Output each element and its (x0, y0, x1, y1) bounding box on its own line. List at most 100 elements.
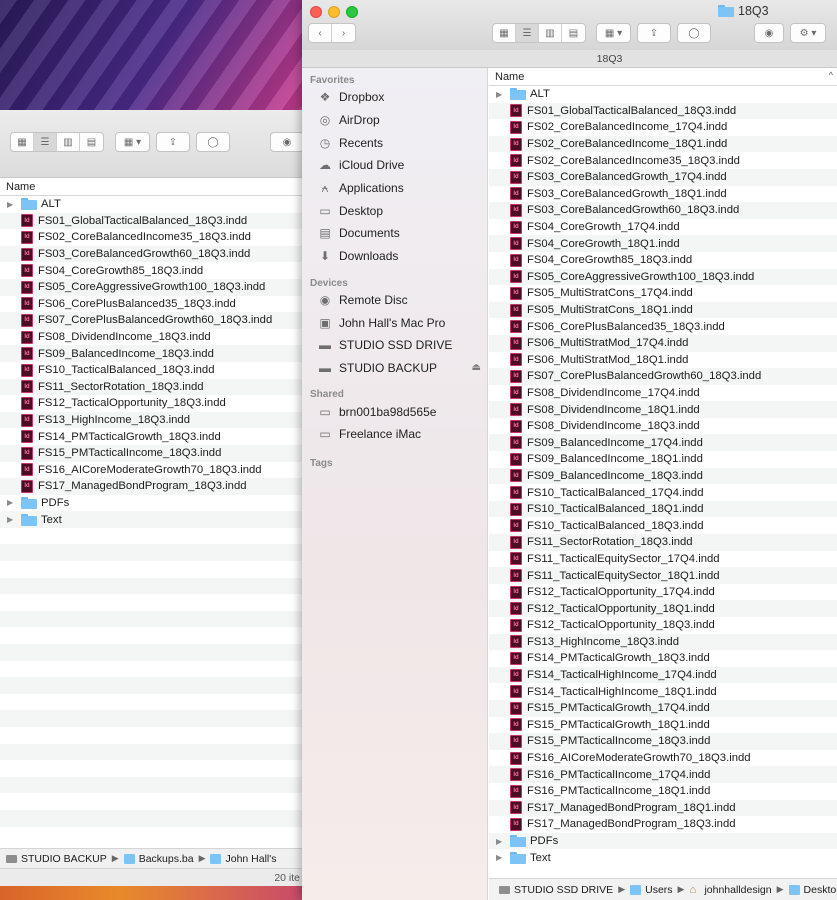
tags-button[interactable]: ◯ (677, 23, 711, 43)
file-row[interactable]: Id FS03_CoreBalancedGrowth_18Q1.indd (489, 186, 837, 203)
file-row[interactable]: Id FS11_TacticalEquitySector_18Q1.indd (489, 567, 837, 584)
file-row[interactable]: Id FS08_DividendIncome_18Q3.indd (489, 418, 837, 435)
folder-row[interactable]: ▶ Text (0, 511, 302, 528)
path-item[interactable]: STUDIO SSD DRIVE (499, 884, 613, 896)
file-row[interactable]: Id FS14_TacticalHighIncome_18Q1.indd (489, 683, 837, 700)
file-row[interactable]: Id FS01_GlobalTacticalBalanced_18Q3.indd (489, 102, 837, 120)
sidebar-item-john-hall-s-mac-pro[interactable]: ▣ John Hall's Mac Pro (302, 311, 487, 334)
file-row[interactable]: Id FS11_TacticalEquitySector_17Q4.indd (489, 551, 837, 568)
back-nav-button[interactable]: ‹ (309, 24, 332, 42)
file-row[interactable]: Id FS15_PMTacticalIncome_18Q3.indd (0, 444, 302, 462)
file-row[interactable]: Id FS03_CoreBalancedGrowth60_18Q3.indd (489, 202, 837, 219)
name-column-header[interactable]: Name ^ (489, 68, 837, 86)
file-row[interactable]: Id FS10_TacticalBalanced_18Q3.indd (0, 362, 302, 379)
minimize-button[interactable] (328, 6, 340, 18)
folder-row[interactable]: ▶ PDFs (0, 495, 302, 512)
folder-row[interactable]: ▶ ALT (0, 196, 302, 213)
folder-row[interactable]: ▶ Text (489, 849, 837, 866)
file-row[interactable]: Id FS05_CoreAggressiveGrowth100_18Q3.indd (0, 278, 302, 296)
file-row[interactable]: Id FS09_BalancedIncome_17Q4.indd (489, 434, 837, 452)
file-row[interactable]: Id FS15_PMTacticalGrowth_18Q1.indd (489, 717, 837, 734)
sidebar-item-freelance-imac[interactable]: ▭ Freelance iMac (302, 423, 487, 446)
eject-icon[interactable]: ⏏ (472, 362, 481, 373)
file-row[interactable]: Id FS14_PMTacticalGrowth_18Q3.indd (0, 428, 302, 445)
sidebar-item-airdrop[interactable]: ◎ AirDrop (302, 109, 487, 132)
file-row[interactable]: Id FS03_CoreBalancedGrowth60_18Q3.indd (0, 245, 302, 263)
file-row[interactable]: Id FS16_AICoreModerateGrowth70_18Q3.indd (0, 462, 302, 479)
file-row[interactable]: Id FS17_ManagedBondProgram_18Q3.indd (0, 478, 302, 495)
sidebar-item-brn001ba98d565e[interactable]: ▭ brn001ba98d565e (302, 400, 487, 423)
column-view-button[interactable]: ▥ (57, 133, 80, 151)
file-row[interactable]: Id FS06_CorePlusBalanced35_18Q3.indd (489, 318, 837, 335)
sidebar-item-remote-disc[interactable]: ◉ Remote Disc (302, 289, 487, 312)
file-row[interactable]: Id FS16_AICoreModerateGrowth70_18Q3.indd (489, 750, 837, 767)
file-row[interactable]: Id FS09_BalancedIncome_18Q3.indd (0, 345, 302, 362)
action-gear-button[interactable]: ⚙ ▾ (790, 23, 826, 43)
file-row[interactable]: Id FS02_CoreBalancedIncome35_18Q3.indd (489, 152, 837, 169)
file-row[interactable]: Id FS13_HighIncome_18Q3.indd (0, 411, 302, 429)
path-item[interactable]: ⌂ johnhalldesign (689, 884, 771, 896)
back-share-button[interactable]: ⇪ (156, 132, 190, 152)
file-row[interactable]: Id FS08_DividendIncome_17Q4.indd (489, 385, 837, 402)
file-row[interactable]: Id FS14_TacticalHighIncome_17Q4.indd (489, 666, 837, 684)
file-row[interactable]: Id FS09_BalancedIncome_18Q1.indd (489, 451, 837, 468)
file-row[interactable]: Id FS06_MultiStratMod_17Q4.indd (489, 334, 837, 352)
sidebar-item-downloads[interactable]: ⬇ Downloads (302, 245, 487, 268)
gallery-view-button[interactable]: ▤ (80, 133, 103, 151)
file-row[interactable]: Id FS07_CorePlusBalancedGrowth60_18Q3.ind… (489, 368, 837, 385)
disclosure-triangle-icon[interactable]: ▶ (496, 90, 504, 99)
file-row[interactable]: Id FS02_CoreBalancedIncome35_18Q3.indd (0, 229, 302, 246)
file-row[interactable]: Id FS06_CorePlusBalanced35_18Q3.indd (0, 296, 302, 313)
file-row[interactable]: Id FS01_GlobalTacticalBalanced_18Q3.indd (0, 212, 302, 230)
file-row[interactable]: Id FS17_ManagedBondProgram_18Q3.indd (489, 816, 837, 833)
column-view-button[interactable]: ▥ (539, 24, 562, 42)
file-row[interactable]: Id FS16_PMTacticalIncome_17Q4.indd (489, 766, 837, 783)
close-button[interactable] (310, 6, 322, 18)
disclosure-triangle-icon[interactable]: ▶ (7, 498, 15, 507)
file-row[interactable]: Id FS12_TacticalOpportunity_18Q1.indd (489, 600, 837, 617)
path-item[interactable]: Desktop (788, 884, 837, 896)
file-row[interactable]: Id FS07_CorePlusBalancedGrowth60_18Q3.ind… (0, 312, 302, 329)
quicklook-button[interactable]: ◉ (754, 23, 784, 43)
file-row[interactable]: Id FS10_TacticalBalanced_18Q1.indd (489, 500, 837, 518)
sidebar-item-documents[interactable]: ▤ Documents (302, 222, 487, 245)
file-row[interactable]: Id FS10_TacticalBalanced_18Q3.indd (489, 517, 837, 534)
front-finder-window[interactable]: 18Q3 ‹ › ▦ ☰ ▥ ▤ ▦ ▾ ⇪ ◯ ◉ ⚙ ▾ 18Q3 Favo… (302, 0, 837, 900)
sidebar-item-icloud-drive[interactable]: ☁ iCloud Drive (302, 154, 487, 177)
disclosure-triangle-icon[interactable]: ▶ (7, 515, 15, 524)
file-row[interactable]: Id FS06_MultiStratMod_18Q1.indd (489, 352, 837, 369)
icon-view-button[interactable]: ▦ (493, 24, 516, 42)
gallery-view-button[interactable]: ▤ (562, 24, 585, 42)
file-row[interactable]: Id FS15_PMTacticalIncome_18Q3.indd (489, 733, 837, 750)
file-row[interactable]: Id FS08_DividendIncome_18Q3.indd (0, 329, 302, 346)
path-item[interactable]: Backups.ba (123, 853, 194, 865)
file-row[interactable]: Id FS04_CoreGrowth85_18Q3.indd (489, 252, 837, 269)
disclosure-triangle-icon[interactable]: ▶ (7, 200, 15, 209)
file-row[interactable]: Id FS08_DividendIncome_18Q1.indd (489, 401, 837, 418)
file-row[interactable]: Id FS16_PMTacticalIncome_18Q1.indd (489, 783, 837, 800)
file-row[interactable]: Id FS11_SectorRotation_18Q3.indd (489, 534, 837, 551)
back-finder-window[interactable]: ▦ ☰ ▥ ▤ ▦ ▾ ⇪ ◯ ◉ Name ▶ ALT Id FS01_Global… (0, 110, 304, 886)
back-tags-button[interactable]: ◯ (196, 132, 230, 152)
arrange-button[interactable]: ▦ ▾ (596, 23, 631, 43)
file-row[interactable]: Id FS03_CoreBalancedGrowth_17Q4.indd (489, 168, 837, 186)
sidebar-item-recents[interactable]: ◷ Recents (302, 131, 487, 154)
disclosure-triangle-icon[interactable]: ▶ (496, 853, 504, 862)
list-view-button[interactable]: ☰ (516, 24, 539, 42)
file-row[interactable]: Id FS10_TacticalBalanced_17Q4.indd (489, 484, 837, 501)
path-item[interactable]: Users (630, 884, 673, 896)
folder-row[interactable]: ▶ ALT (489, 86, 837, 103)
file-row[interactable]: Id FS05_CoreAggressiveGrowth100_18Q3.indd (489, 268, 837, 286)
file-row[interactable]: Id FS12_TacticalOpportunity_18Q3.indd (0, 395, 302, 412)
file-row[interactable]: Id FS15_PMTacticalGrowth_17Q4.indd (489, 699, 837, 717)
icon-view-button[interactable]: ▦ (11, 133, 34, 151)
folder-row[interactable]: ▶ PDFs (489, 832, 837, 850)
file-row[interactable]: Id FS02_CoreBalancedIncome_18Q1.indd (489, 135, 837, 153)
file-row[interactable]: Id FS09_BalancedIncome_18Q3.indd (489, 467, 837, 485)
disclosure-triangle-icon[interactable]: ▶ (496, 837, 504, 846)
sidebar-item-dropbox[interactable]: ❖ Dropbox (302, 86, 487, 109)
maximize-button[interactable] (346, 6, 358, 18)
file-row[interactable]: Id FS04_CoreGrowth85_18Q3.indd (0, 262, 302, 279)
forward-nav-button[interactable]: › (332, 24, 355, 42)
path-item[interactable]: John Hall's (210, 853, 277, 865)
